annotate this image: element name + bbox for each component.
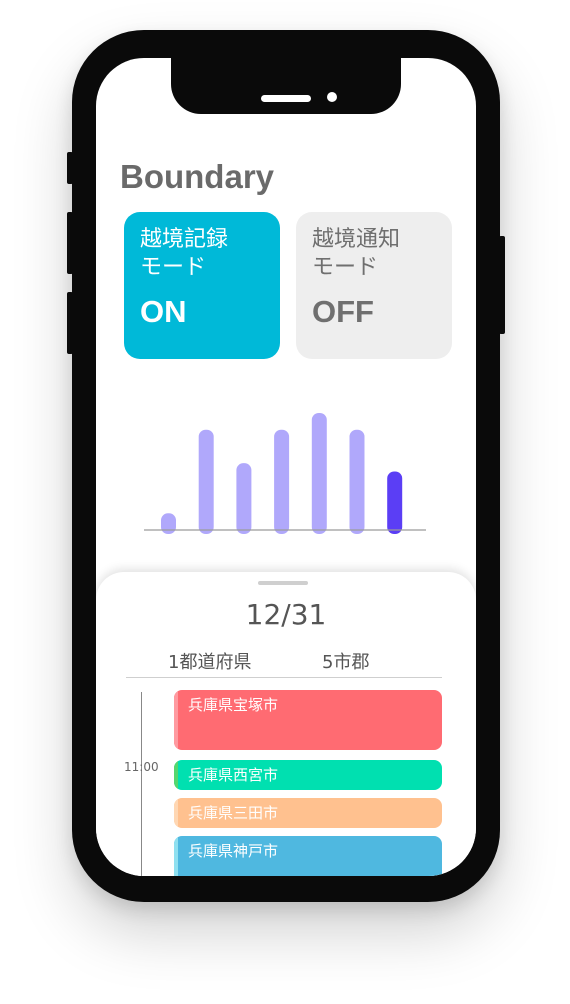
notch: [171, 58, 401, 114]
event-block[interactable]: 兵庫県三田市: [174, 798, 442, 828]
mode-label: 越境記録 モード: [140, 227, 229, 280]
divider: [126, 677, 442, 678]
phone-frame: Boundary 越境記録 モード ON 越境通知 モード OFF 12/31 …: [67, 30, 505, 902]
app-title: Boundary: [120, 158, 275, 195]
mode-state: OFF: [312, 294, 374, 329]
prefecture-count: 1都道府県: [168, 652, 252, 673]
event-block[interactable]: 兵庫県宝塚市: [174, 690, 442, 750]
event-stripe: [174, 798, 178, 828]
chart-bar: [274, 429, 290, 534]
city-count: 5市郡: [322, 652, 370, 673]
front-camera: [327, 92, 337, 102]
event-stripe: [174, 690, 178, 750]
activity-bar-chart: [144, 413, 426, 534]
chart-bar: [161, 513, 176, 534]
day-detail-sheet[interactable]: 12/31 1都道府県 5市郡 11:00 兵庫県宝塚市 兵庫県西宮市 兵庫県三…: [96, 572, 476, 876]
drag-handle[interactable]: [258, 581, 308, 585]
sheet-date: 12/31: [245, 598, 327, 631]
event-block[interactable]: 兵庫県神戸市: [174, 836, 442, 876]
mode-label: 越境通知 モード: [312, 227, 401, 280]
power-button: [499, 236, 505, 334]
chart-bar: [387, 471, 403, 534]
timeline-axis: [141, 692, 142, 876]
event-stripe: [174, 836, 178, 876]
event-name: 兵庫県神戸市: [188, 842, 279, 860]
event-name: 兵庫県三田市: [188, 804, 279, 822]
chart-bar: [311, 413, 327, 534]
phone-screen: Boundary 越境記録 モード ON 越境通知 モード OFF 12/31 …: [96, 58, 476, 876]
event-name: 兵庫県西宮市: [188, 766, 279, 784]
volume-up-button: [67, 212, 73, 274]
event-name: 兵庫県宝塚市: [188, 696, 279, 714]
chart-bar: [349, 429, 365, 534]
boundary-notify-mode-toggle[interactable]: 越境通知 モード OFF: [296, 212, 452, 359]
event-block[interactable]: 兵庫県西宮市: [174, 760, 442, 790]
volume-down-button: [67, 292, 73, 354]
time-label: 11:00: [124, 760, 159, 774]
speaker-grille: [261, 95, 311, 102]
mute-switch: [67, 152, 73, 184]
event-stripe: [174, 760, 178, 790]
mode-state: ON: [140, 294, 187, 329]
chart-bar: [198, 429, 214, 534]
boundary-record-mode-toggle[interactable]: 越境記録 モード ON: [124, 212, 280, 359]
chart-bar: [236, 463, 252, 534]
